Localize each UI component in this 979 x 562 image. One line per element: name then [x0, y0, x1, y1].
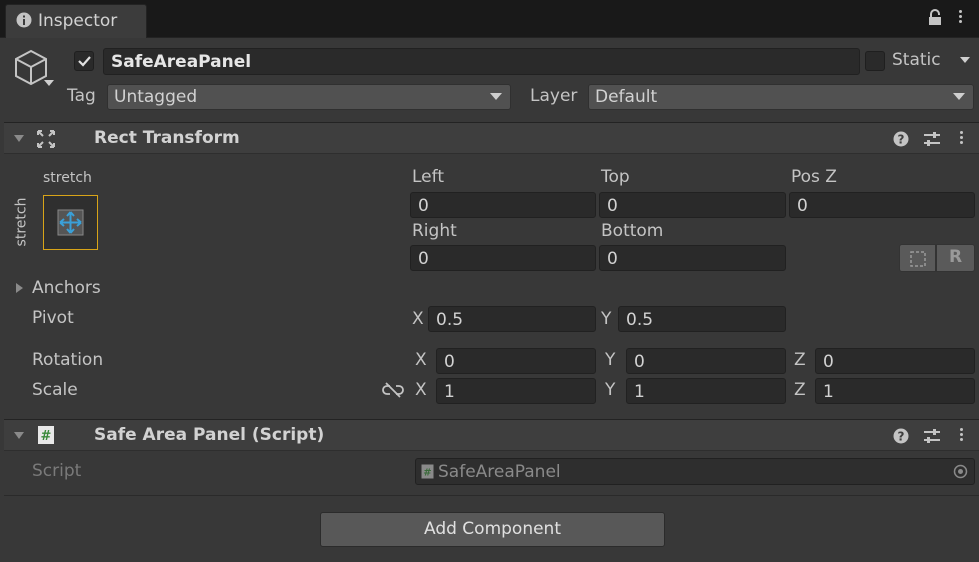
checkmark-icon	[78, 56, 91, 67]
anchors-expand-icon[interactable]	[16, 283, 23, 293]
object-picker-icon[interactable]	[953, 464, 968, 479]
active-checkbox[interactable]	[74, 51, 94, 71]
pivot-x-field[interactable]: 0.5	[428, 306, 596, 332]
tab-menu-icon[interactable]	[955, 8, 965, 25]
blueprint-icon	[910, 251, 926, 267]
add-component-button[interactable]: Add Component	[320, 512, 665, 547]
bottom-label: Bottom	[601, 221, 664, 241]
tab-inspector[interactable]: Inspector	[5, 4, 147, 38]
posz-label: Pos Z	[791, 167, 837, 187]
constrain-proportions-icon[interactable]	[382, 382, 404, 398]
rect-transform-header[interactable]: Rect Transform ?	[4, 122, 979, 154]
script-component-title: Safe Area Panel (Script)	[94, 425, 325, 445]
tab-label: Inspector	[38, 11, 118, 31]
static-checkbox[interactable]	[865, 51, 885, 71]
tag-label: Tag	[67, 86, 96, 106]
rotation-z-field[interactable]: 0	[815, 348, 975, 374]
top-label: Top	[601, 167, 630, 187]
divider	[4, 495, 979, 496]
top-field[interactable]: 0	[599, 192, 786, 218]
raw-edit-button[interactable]: R	[936, 244, 975, 272]
anchors-label[interactable]: Anchors	[32, 278, 101, 298]
scale-z-label[interactable]: Z	[794, 380, 806, 400]
presets-icon[interactable]	[923, 131, 941, 147]
lock-icon[interactable]	[927, 9, 943, 27]
icon-dropdown-arrow[interactable]	[44, 80, 54, 86]
blueprint-mode-button[interactable]	[899, 244, 936, 272]
svg-text:#: #	[423, 468, 431, 479]
script-label: Script	[32, 461, 82, 481]
rect-transform-title: Rect Transform	[94, 128, 240, 148]
chevron-down-icon	[490, 93, 502, 100]
left-field[interactable]: 0	[410, 192, 596, 218]
scale-y-label[interactable]: Y	[605, 380, 615, 400]
layer-value: Default	[595, 87, 658, 107]
pivot-y-field[interactable]: 0.5	[618, 306, 786, 332]
script-component-header[interactable]: # Safe Area Panel (Script) ?	[4, 419, 979, 451]
script-file-icon: #	[421, 464, 434, 479]
help-icon[interactable]: ?	[893, 428, 909, 444]
rect-transform-icon	[37, 130, 55, 148]
stretch-anchor-icon	[57, 209, 84, 236]
component-menu-icon[interactable]	[956, 426, 966, 443]
collapse-arrow-icon[interactable]	[14, 135, 24, 142]
scale-label: Scale	[32, 380, 78, 400]
tag-value: Untagged	[114, 87, 198, 107]
bottom-field[interactable]: 0	[599, 245, 786, 271]
svg-text:?: ?	[898, 430, 905, 444]
script-field: # SafeAreaPanel	[415, 458, 975, 485]
chevron-down-icon	[953, 93, 965, 100]
scale-z-field[interactable]: 1	[815, 378, 975, 404]
anchor-presets-button[interactable]	[43, 195, 98, 250]
right-field[interactable]: 0	[410, 245, 596, 271]
layer-label: Layer	[530, 86, 578, 106]
rotation-x-label[interactable]: X	[415, 350, 427, 370]
rotation-y-label[interactable]: Y	[605, 350, 615, 370]
pivot-x-label[interactable]: X	[412, 309, 424, 329]
rotation-label: Rotation	[32, 350, 104, 370]
left-label: Left	[412, 167, 444, 187]
pivot-label: Pivot	[32, 308, 74, 328]
right-label: Right	[412, 221, 457, 241]
help-icon[interactable]: ?	[893, 131, 909, 147]
script-value: SafeAreaPanel	[438, 462, 561, 482]
component-menu-icon[interactable]	[956, 129, 966, 146]
collapse-arrow-icon[interactable]	[14, 432, 24, 439]
script-file-icon: #	[38, 426, 54, 444]
anchor-preset-v-label: stretch	[13, 197, 30, 247]
name-field[interactable]: SafeAreaPanel	[103, 48, 860, 75]
info-icon	[16, 12, 32, 28]
scale-x-field[interactable]: 1	[436, 378, 596, 404]
layer-dropdown[interactable]: Default	[588, 84, 974, 110]
rotation-x-field[interactable]: 0	[436, 348, 596, 374]
tag-dropdown[interactable]: Untagged	[107, 84, 511, 110]
pivot-y-label[interactable]: Y	[601, 309, 611, 329]
rotation-z-label[interactable]: Z	[794, 350, 806, 370]
posz-field[interactable]: 0	[789, 192, 975, 218]
scale-x-label[interactable]: X	[415, 380, 427, 400]
static-dropdown-arrow[interactable]	[960, 57, 970, 63]
static-label: Static	[892, 50, 941, 70]
svg-text:?: ?	[898, 133, 905, 147]
anchor-preset-h-label: stretch	[43, 170, 92, 186]
presets-icon[interactable]	[923, 428, 941, 444]
raw-edit-icon: R	[949, 247, 963, 267]
tab-bar: Inspector	[0, 0, 979, 38]
svg-text:#: #	[41, 429, 52, 444]
rotation-y-field[interactable]: 0	[626, 348, 786, 374]
scale-y-field[interactable]: 1	[626, 378, 786, 404]
